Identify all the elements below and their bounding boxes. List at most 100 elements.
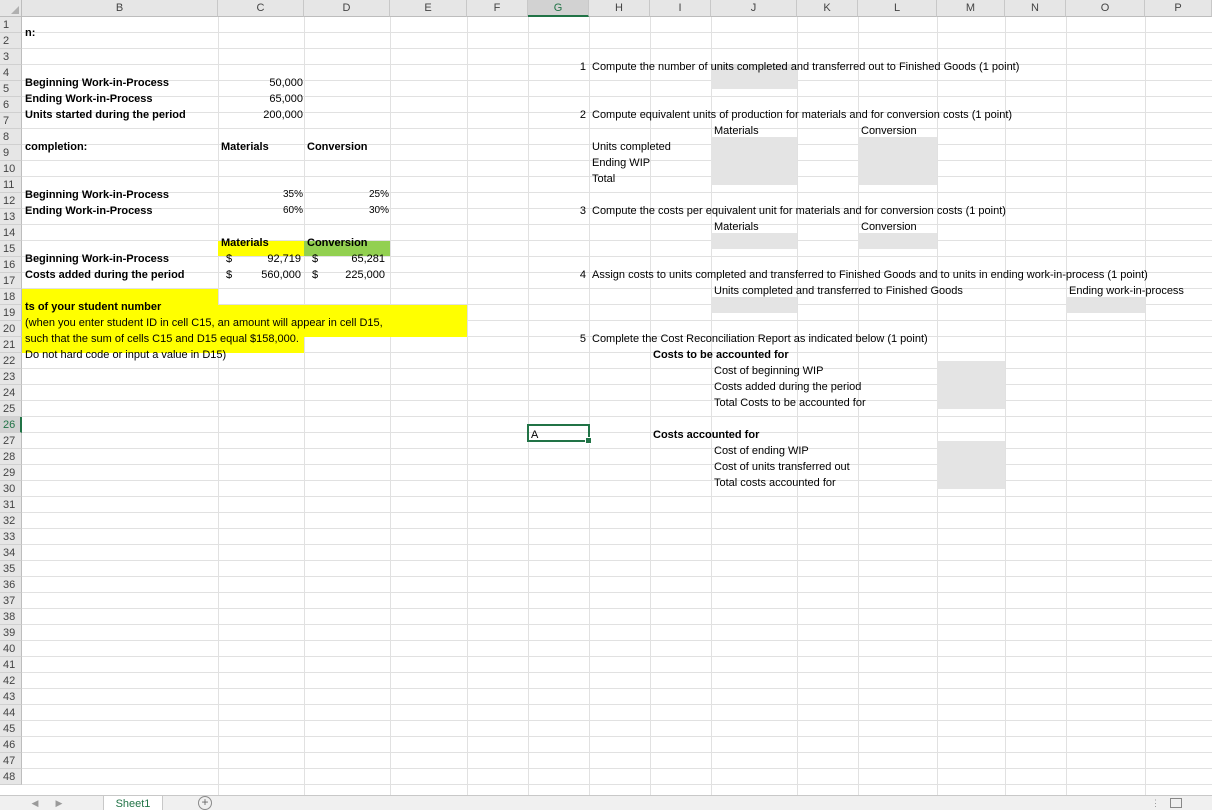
cell-d12[interactable]: 30% <box>304 203 389 219</box>
cell-b20[interactable]: such that the sum of cells C15 and D15 e… <box>25 331 299 347</box>
q5-cost-ending-label[interactable]: Cost of ending WIP <box>714 443 809 459</box>
row-header-10[interactable]: 10 <box>0 161 22 177</box>
q2-units-completed-label[interactable]: Units completed <box>592 139 671 155</box>
q2-conversion-label[interactable]: Conversion <box>861 123 917 139</box>
q5-cost-beginning-label[interactable]: Cost of beginning WIP <box>714 363 823 379</box>
row-header-8[interactable]: 8 <box>0 129 22 145</box>
row-header-13[interactable]: 13 <box>0 209 22 225</box>
horizontal-scroll-icon[interactable] <box>1170 798 1182 808</box>
answer-box-q3-conversion[interactable] <box>858 233 937 249</box>
answer-box-q5-to-account[interactable] <box>937 361 1005 409</box>
cell-c14[interactable]: Materials <box>221 235 269 251</box>
row-header-17[interactable]: 17 <box>0 273 22 289</box>
cell-c8[interactable]: Materials <box>221 139 269 155</box>
row-header-23[interactable]: 23 <box>0 369 22 385</box>
cell-b18[interactable]: ts of your student number <box>25 299 161 315</box>
cell-b4[interactable]: Beginning Work-in-Process <box>25 75 169 91</box>
answer-box-q2-conversion[interactable] <box>858 137 937 185</box>
column-header-c[interactable]: C <box>218 0 304 17</box>
scroll-tabs-right-icon[interactable]: ▶ <box>52 797 66 809</box>
cell-c5[interactable]: 65,000 <box>218 91 303 107</box>
cell-d15-computed[interactable]: 65,281 <box>304 251 385 267</box>
row-header-2[interactable]: 2 <box>0 33 22 49</box>
q1-text[interactable]: Compute the number of units completed an… <box>592 59 1019 75</box>
cell-c4[interactable]: 50,000 <box>218 75 303 91</box>
answer-box-q5-accounted[interactable] <box>937 441 1005 489</box>
q1-number[interactable]: 1 <box>528 59 586 75</box>
row-header-20[interactable]: 20 <box>0 321 22 337</box>
row-header-36[interactable]: 36 <box>0 577 22 593</box>
row-header-19[interactable]: 19 <box>0 305 22 321</box>
q5-total-to-account-label[interactable]: Total Costs to be accounted for <box>714 395 866 411</box>
row-header-24[interactable]: 24 <box>0 385 22 401</box>
column-header-e[interactable]: E <box>390 0 467 17</box>
q5-number[interactable]: 5 <box>528 331 586 347</box>
q4-completed-label[interactable]: Units completed and transferred to Finis… <box>714 283 963 299</box>
cell-b19[interactable]: (when you enter student ID in cell C15, … <box>25 315 383 331</box>
cell-c15-student-input[interactable]: 92,719 <box>218 251 301 267</box>
q2-ending-wip-label[interactable]: Ending WIP <box>592 155 650 171</box>
cell-d14[interactable]: Conversion <box>307 235 368 251</box>
answer-box-q3-materials[interactable] <box>711 233 797 249</box>
row-header-31[interactable]: 31 <box>0 497 22 513</box>
q4-text[interactable]: Assign costs to units completed and tran… <box>592 267 1148 283</box>
add-sheet-icon[interactable]: + <box>198 796 212 810</box>
answer-box-q4-completed[interactable] <box>711 297 797 313</box>
row-header-48[interactable]: 48 <box>0 769 22 785</box>
cell-b12[interactable]: Ending Work-in-Process <box>25 203 153 219</box>
row-header-45[interactable]: 45 <box>0 721 22 737</box>
row-header-29[interactable]: 29 <box>0 465 22 481</box>
row-header-30[interactable]: 30 <box>0 481 22 497</box>
cell-b15[interactable]: Beginning Work-in-Process <box>25 251 169 267</box>
cell-b21[interactable]: Do not hard code or input a value in D15… <box>25 347 226 363</box>
cell-c16[interactable]: 560,000 <box>218 267 301 283</box>
q2-number[interactable]: 2 <box>528 107 586 123</box>
row-header-15[interactable]: 15 <box>0 241 22 257</box>
row-header-42[interactable]: 42 <box>0 673 22 689</box>
column-header-b[interactable]: B <box>22 0 218 17</box>
row-header-28[interactable]: 28 <box>0 449 22 465</box>
cell-b11[interactable]: Beginning Work-in-Process <box>25 187 169 203</box>
column-header-i[interactable]: I <box>650 0 711 17</box>
row-header-35[interactable]: 35 <box>0 561 22 577</box>
column-header-h[interactable]: H <box>589 0 650 17</box>
cell-b1[interactable]: n: <box>25 25 35 41</box>
row-header-33[interactable]: 33 <box>0 529 22 545</box>
answer-box-q4-ending[interactable] <box>1066 297 1145 313</box>
more-options-icon[interactable]: ⋮ <box>1151 798 1160 809</box>
worksheet[interactable]: n: Beginning Work-in-Process 50,000 Endi… <box>0 0 1212 795</box>
active-cell-cursor[interactable] <box>527 424 592 444</box>
row-header-4[interactable]: 4 <box>0 65 22 81</box>
row-header-6[interactable]: 6 <box>0 97 22 113</box>
column-header-d[interactable]: D <box>304 0 390 17</box>
row-header-41[interactable]: 41 <box>0 657 22 673</box>
row-header-40[interactable]: 40 <box>0 641 22 657</box>
cell-d8[interactable]: Conversion <box>307 139 368 155</box>
q5-costs-accounted-heading[interactable]: Costs accounted for <box>653 427 759 443</box>
row-header-12[interactable]: 12 <box>0 193 22 209</box>
q3-text[interactable]: Compute the costs per equivalent unit fo… <box>592 203 1006 219</box>
column-header-m[interactable]: M <box>937 0 1005 17</box>
row-header-27[interactable]: 27 <box>0 433 22 449</box>
cell-c6[interactable]: 200,000 <box>218 107 303 123</box>
column-header-n[interactable]: N <box>1005 0 1066 17</box>
row-header-11[interactable]: 11 <box>0 177 22 193</box>
column-header-g[interactable]: G <box>528 0 589 17</box>
row-header-46[interactable]: 46 <box>0 737 22 753</box>
row-header-7[interactable]: 7 <box>0 113 22 129</box>
row-header-34[interactable]: 34 <box>0 545 22 561</box>
row-header-26[interactable]: 26 <box>0 417 22 433</box>
row-header-43[interactable]: 43 <box>0 689 22 705</box>
row-header-3[interactable]: 3 <box>0 49 22 65</box>
q5-costs-added-label[interactable]: Costs added during the period <box>714 379 861 395</box>
q5-text[interactable]: Complete the Cost Reconciliation Report … <box>592 331 928 347</box>
column-header-f[interactable]: F <box>467 0 528 17</box>
select-all-corner[interactable] <box>0 0 22 17</box>
column-header-o[interactable]: O <box>1066 0 1145 17</box>
answer-box-q2-materials[interactable] <box>711 137 797 185</box>
cell-grid[interactable] <box>22 17 1212 795</box>
q2-total-label[interactable]: Total <box>592 171 615 187</box>
row-header-14[interactable]: 14 <box>0 225 22 241</box>
row-header-21[interactable]: 21 <box>0 337 22 353</box>
cell-d16[interactable]: 225,000 <box>304 267 385 283</box>
